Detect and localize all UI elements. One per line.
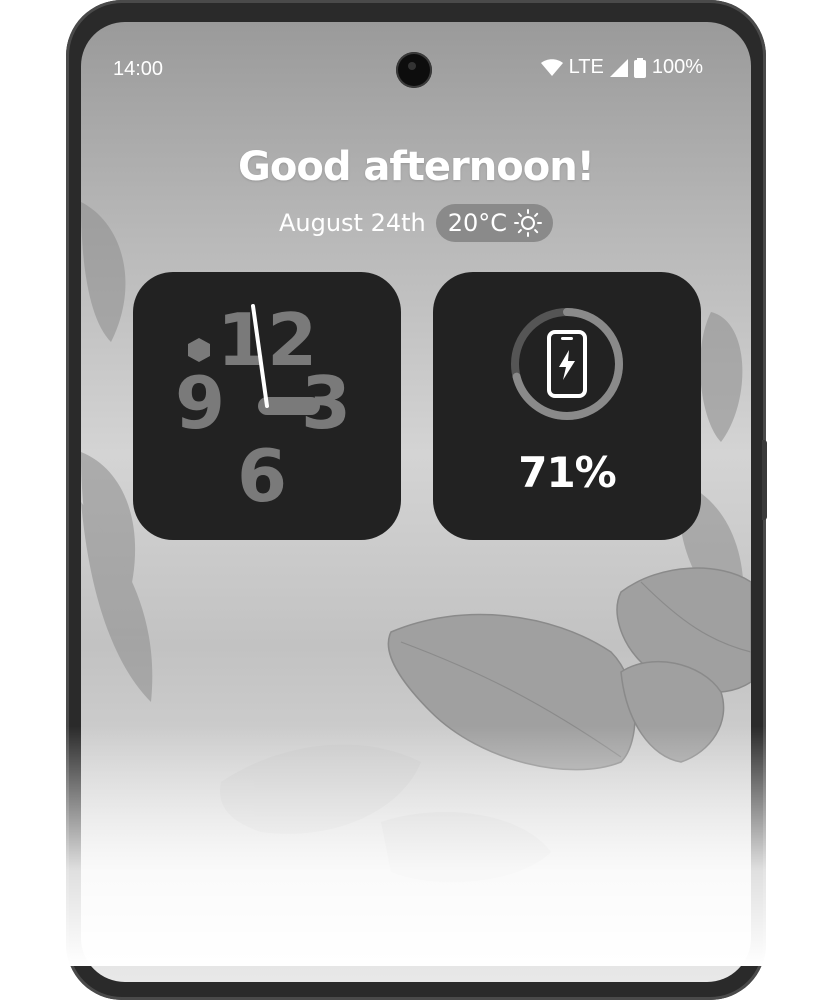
front-camera	[396, 52, 432, 88]
temperature-label: 20°C	[447, 209, 508, 237]
status-time: 14:00	[113, 58, 164, 80]
clock-hands	[251, 304, 320, 415]
weather-chip[interactable]: 20°C	[435, 204, 554, 242]
greeting-title: Good afternoon!	[238, 144, 595, 190]
status-icons: LTE 100%	[540, 56, 703, 79]
battery-percent: 71%	[518, 448, 617, 497]
signal-icon	[609, 58, 628, 77]
battery-widget[interactable]: 71%	[433, 272, 701, 540]
clock-widget[interactable]: 12 3 6 9	[133, 272, 401, 540]
home-screen: 14:00 LTE 100% Good afternoon! August 24…	[81, 22, 751, 982]
side-button	[762, 440, 767, 520]
sun-icon	[514, 209, 543, 237]
battery-ring	[511, 308, 623, 420]
minute-hand	[251, 304, 269, 408]
phone-charging-icon	[547, 330, 587, 398]
wifi-icon	[540, 58, 563, 76]
network-type: LTE	[568, 56, 604, 78]
date-weather-row: August 24th 20°C	[81, 204, 751, 242]
battery-icon	[633, 57, 646, 78]
date-label[interactable]: August 24th	[279, 209, 426, 237]
battery-level-text: 100%	[651, 56, 703, 78]
